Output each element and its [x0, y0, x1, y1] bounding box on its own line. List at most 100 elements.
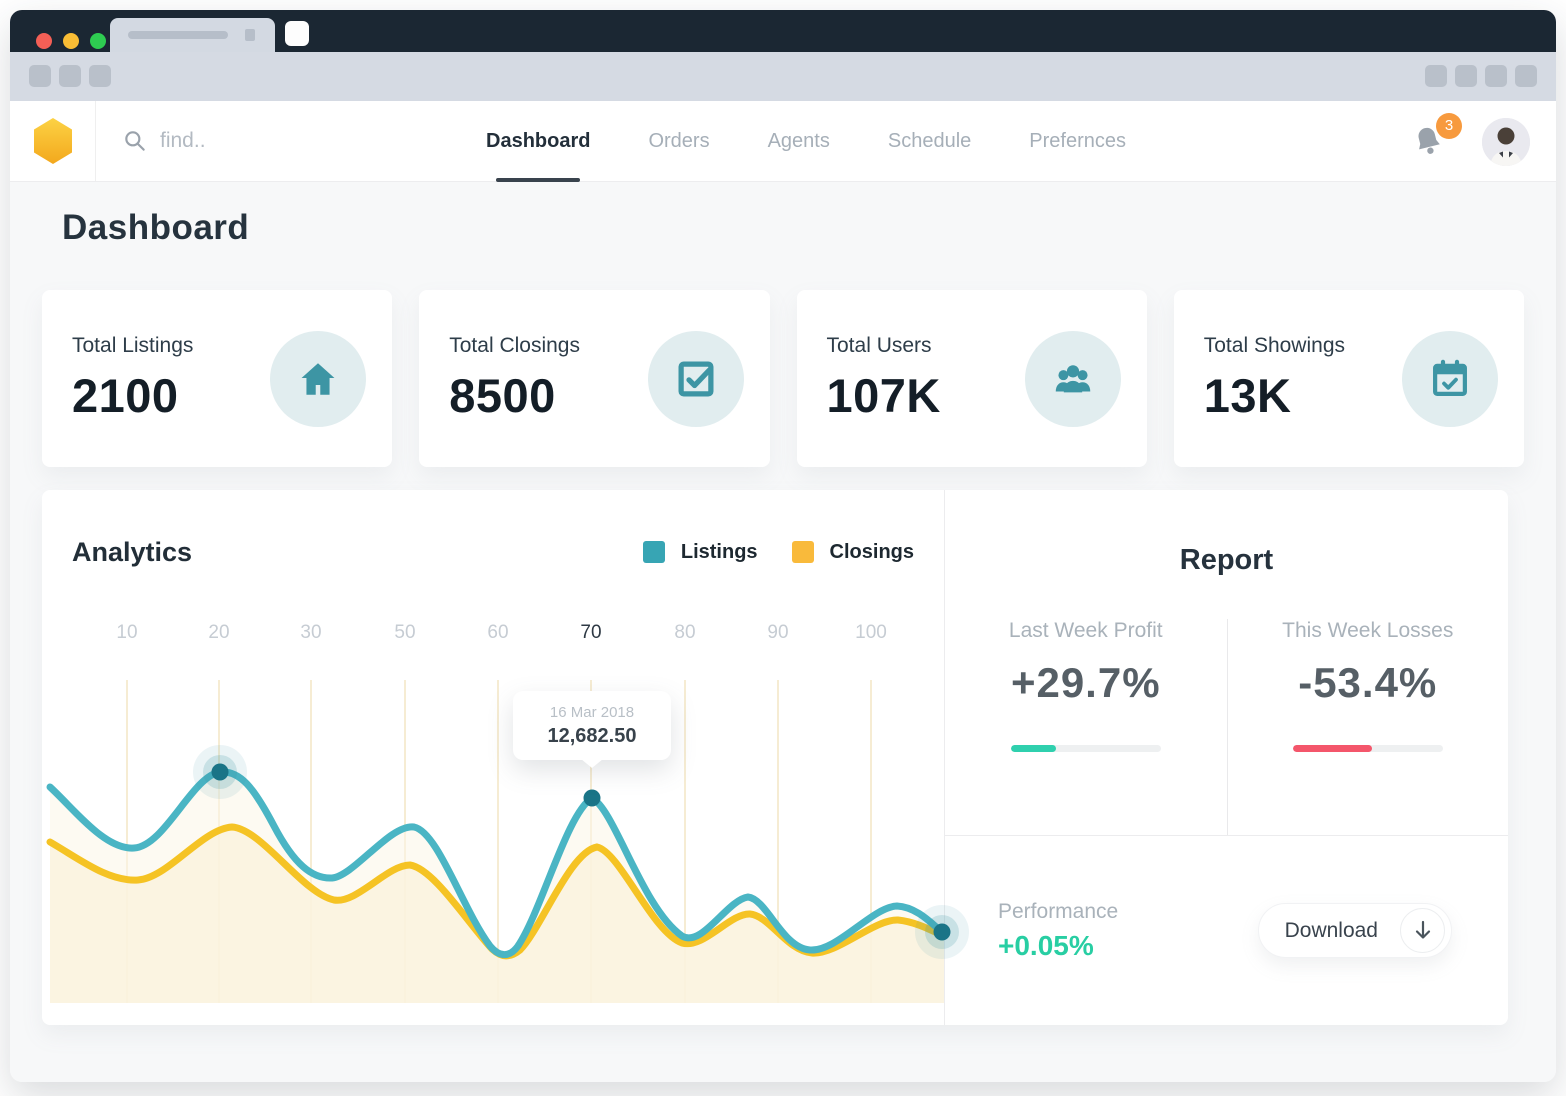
- home-icon: [270, 330, 367, 427]
- nav-item-preferences[interactable]: Prefernces: [1029, 101, 1126, 181]
- reload-button[interactable]: [89, 65, 111, 87]
- nav-item-agents[interactable]: Agents: [768, 101, 830, 181]
- hexagon-logo-icon: [33, 118, 72, 164]
- nav-item-schedule[interactable]: Schedule: [888, 101, 971, 181]
- x-tick: 30: [300, 622, 322, 643]
- nav-label: Orders: [648, 129, 710, 152]
- user-avatar[interactable]: [1482, 117, 1530, 166]
- tab-title-placeholder: [128, 31, 228, 39]
- metric-value: +29.7%: [1010, 659, 1161, 706]
- x-tick: 20: [208, 622, 230, 643]
- profit-progress-bar: [1010, 745, 1161, 752]
- x-tick: 80: [674, 622, 696, 643]
- closings-swatch: [791, 541, 814, 563]
- nav-label: Dashboard: [486, 129, 591, 152]
- traffic-lights: [36, 33, 106, 49]
- stat-value: 13K: [1203, 369, 1292, 422]
- analytics-chart-svg: [46, 680, 969, 1003]
- browser-tab[interactable]: [110, 18, 275, 52]
- line-chart: 16 Mar 2018 12,682.50: [46, 658, 969, 1003]
- analytics-title: Analytics: [72, 536, 193, 567]
- zoom-window-button[interactable]: [90, 33, 106, 49]
- metric-this-week-losses: This Week Losses -53.4%: [1226, 619, 1509, 835]
- data-point-3[interactable]: [915, 905, 969, 959]
- x-axis-ticks: 10 20 30 50 60 70 80 90 100: [50, 622, 944, 650]
- profit-progress-fill: [1010, 745, 1056, 752]
- main-nav: Dashboard Orders Agents Schedule Prefern…: [486, 101, 1126, 182]
- stat-label: Total Closings: [449, 334, 580, 357]
- download-button[interactable]: Download: [1257, 903, 1452, 958]
- share-button[interactable]: [1455, 65, 1477, 87]
- browser-toolbar: [10, 52, 1556, 101]
- logo-container[interactable]: [10, 101, 96, 181]
- analytics-section: Analytics Listings Closings 10 20 30 50 …: [42, 490, 969, 1025]
- legend-label: Listings: [680, 540, 758, 563]
- dashboard-page: Dashboard Total Listings 2100 Total Clos…: [10, 182, 1556, 1082]
- tooltip-date: 16 Mar 2018: [549, 704, 635, 721]
- stat-card-total-users[interactable]: Total Users 107K: [796, 290, 1147, 467]
- screenshot-canvas: Dashboard Orders Agents Schedule Prefern…: [0, 0, 1566, 1096]
- downloads-button[interactable]: [1485, 65, 1507, 87]
- x-tick: 90: [767, 622, 789, 643]
- stat-cards-row: Total Listings 2100 Total Closings 8500: [42, 290, 1524, 467]
- data-point-1[interactable]: [193, 745, 247, 799]
- x-tick: 60: [487, 622, 509, 643]
- metric-label: This Week Losses: [1282, 619, 1454, 642]
- tab-favicon: [245, 29, 255, 41]
- losses-progress-fill: [1292, 745, 1373, 752]
- chart-legend: Listings Closings: [642, 540, 914, 564]
- stat-value: 8500: [449, 369, 556, 422]
- x-tick: 10: [116, 622, 138, 643]
- calendar-check-icon: [1402, 330, 1498, 427]
- stat-card-total-showings[interactable]: Total Showings 13K: [1173, 290, 1524, 467]
- search-input[interactable]: [160, 129, 360, 153]
- extensions-button[interactable]: [1425, 65, 1447, 87]
- legend-item-closings[interactable]: Closings: [791, 540, 914, 564]
- back-button[interactable]: [29, 65, 51, 87]
- chart-tooltip[interactable]: 16 Mar 2018 12,682.50: [513, 691, 671, 760]
- metric-label: Last Week Profit: [1008, 619, 1163, 642]
- tooltip-value: 12,682.50: [547, 725, 637, 747]
- nav-item-orders[interactable]: Orders: [648, 101, 709, 181]
- search-container: [96, 101, 426, 181]
- page-title: Dashboard: [62, 208, 250, 247]
- x-tick-active: 70: [580, 622, 602, 643]
- download-label: Download: [1284, 918, 1378, 942]
- legend-label: Closings: [829, 540, 914, 563]
- data-point-2[interactable]: [583, 789, 601, 807]
- forward-button[interactable]: [59, 65, 81, 87]
- stat-card-total-listings[interactable]: Total Listings 2100: [42, 290, 393, 467]
- stat-label: Total Users: [826, 334, 932, 357]
- metric-last-week-profit: Last Week Profit +29.7%: [945, 619, 1227, 835]
- nav-item-dashboard[interactable]: Dashboard: [486, 101, 591, 182]
- legend-item-listings[interactable]: Listings: [642, 540, 758, 564]
- search-icon: [125, 131, 145, 151]
- report-title: Report: [1179, 544, 1274, 576]
- performance-value: +0.05%: [998, 929, 1094, 961]
- x-tick: 50: [394, 622, 416, 643]
- analytics-report-card: Analytics Listings Closings 10 20 30 50 …: [42, 490, 1508, 1025]
- browser-titlebar: [10, 10, 1556, 52]
- notification-badge: 3: [1436, 112, 1462, 139]
- nav-label: Schedule: [887, 129, 972, 152]
- nav-label: Prefernces: [1029, 129, 1126, 152]
- nav-label: Agents: [767, 129, 830, 152]
- listings-swatch: [642, 541, 665, 563]
- menu-button[interactable]: [1515, 65, 1537, 87]
- performance-block: Performance +0.05%: [998, 900, 1118, 962]
- avatar-photo: [1482, 117, 1530, 166]
- performance-label: Performance: [998, 899, 1119, 923]
- check-square-icon: [647, 330, 744, 427]
- stat-value: 2100: [72, 369, 179, 422]
- download-arrow-icon: [1400, 908, 1445, 953]
- x-tick: 100: [855, 622, 887, 643]
- notifications-button[interactable]: 3: [1412, 112, 1462, 161]
- close-window-button[interactable]: [36, 33, 52, 49]
- stat-value: 107K: [826, 369, 941, 422]
- stat-card-total-closings[interactable]: Total Closings 8500: [419, 290, 770, 467]
- new-tab-button[interactable]: [285, 21, 309, 46]
- users-icon: [1024, 330, 1121, 427]
- metric-value: -53.4%: [1298, 659, 1438, 706]
- report-section: Report Last Week Profit +29.7% This Week…: [944, 490, 1508, 1025]
- minimize-window-button[interactable]: [63, 33, 79, 49]
